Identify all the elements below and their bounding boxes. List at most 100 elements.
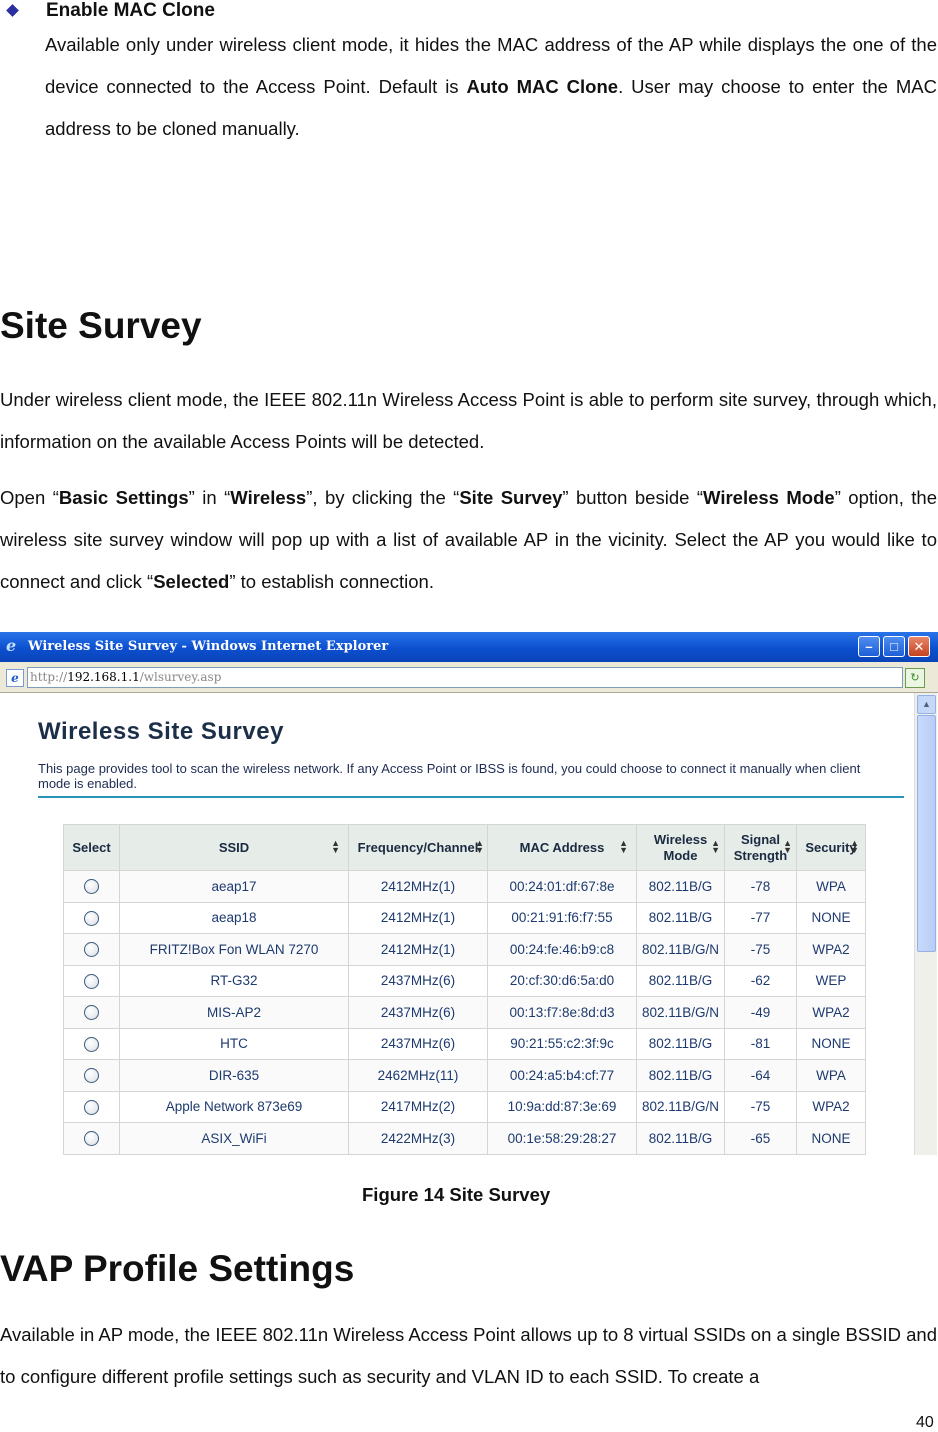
col-signal[interactable]: Signal Strength ▲ ▼	[724, 824, 797, 871]
cell-mac: 00:13:f7:8e:8d:d3	[487, 996, 637, 1029]
site-survey-paragraph-2: Open “Basic Settings” in “Wireless”, by …	[0, 487, 938, 592]
cell-signal: -78	[724, 870, 797, 903]
select-radio[interactable]	[84, 879, 99, 895]
scroll-up-arrow-icon[interactable]: ▲	[917, 695, 936, 714]
page-number: 40	[916, 1414, 934, 1431]
select-radio[interactable]	[84, 942, 99, 958]
cell-freq: 2412MHz(1)	[348, 933, 488, 966]
table-row: MIS-AP2 2437MHz(6) 00:13:f7:8e:8d:d3 802.11…	[63, 996, 866, 1029]
table-row: HTC 2437MHz(6) 90:21:55:c2:3f:9c 802.11B/G -…	[63, 1027, 866, 1060]
cell-mode: 802.11B/G/N	[636, 933, 725, 966]
select-radio[interactable]	[84, 973, 99, 989]
vertical-scrollbar[interactable]: ▲	[914, 693, 937, 1155]
cell-signal: -49	[724, 996, 797, 1029]
cell-security: NONE	[796, 1122, 866, 1155]
cell-signal: -77	[724, 901, 797, 934]
cell-freq: 2412MHz(1)	[348, 901, 488, 934]
page-content: Wireless Site Survey This page provides …	[0, 693, 912, 1155]
table-row: RT-G32 2437MHz(6) 20:cf:30:d6:5a:d0 802.11B…	[63, 964, 866, 997]
window-title: Wireless Site Survey - Windows Internet …	[28, 639, 389, 654]
sort-arrows-icon[interactable]: ▲ ▼	[850, 839, 859, 855]
sort-arrows-icon[interactable]: ▲ ▼	[619, 839, 628, 855]
cell-security: NONE	[796, 901, 866, 934]
site-survey-paragraph-1: Under wireless client mode, the IEEE 802…	[0, 389, 937, 452]
ie-window: e Wireless Site Survey - Windows Interne…	[0, 632, 938, 1155]
select-cell	[63, 1059, 120, 1092]
cell-security: WPA2	[796, 996, 866, 1029]
select-cell	[63, 933, 120, 966]
cell-freq: 2417MHz(2)	[348, 1090, 488, 1123]
cell-signal: -81	[724, 1027, 797, 1060]
cell-mode: 802.11B/G/N	[636, 1090, 725, 1123]
table-header-row: Select SSID ▲ ▼ Frequency/Channel ▲ ▼ MAC Ad…	[63, 824, 866, 871]
sort-arrows-icon[interactable]: ▲ ▼	[475, 839, 484, 855]
minimize-button[interactable]: –	[858, 636, 880, 657]
col-mac[interactable]: MAC Address ▲ ▼	[487, 824, 637, 871]
cell-mode: 802.11B/G	[636, 1027, 725, 1060]
select-radio[interactable]	[84, 1005, 99, 1021]
select-radio[interactable]	[84, 1036, 99, 1052]
cell-mode: 802.11B/G	[636, 1122, 725, 1155]
cell-security: WPA2	[796, 1090, 866, 1123]
cell-mac: 00:24:01:df:67:8e	[487, 870, 637, 903]
select-radio[interactable]	[84, 1099, 99, 1115]
cell-freq: 2462MHz(11)	[348, 1059, 488, 1092]
col-ssid[interactable]: SSID ▲ ▼	[119, 824, 349, 871]
cell-mac: 00:21:91:f6:f7:55	[487, 901, 637, 934]
figure-caption: Figure 14 Site Survey	[362, 1184, 551, 1205]
page-description: This page provides tool to scan the wire…	[38, 761, 861, 791]
cell-ssid: Apple Network 873e69	[119, 1090, 349, 1123]
maximize-button[interactable]: □	[883, 636, 905, 657]
cell-signal: -65	[724, 1122, 797, 1155]
site-survey-heading: Site Survey	[0, 305, 202, 346]
table-row: Apple Network 873e69 2417MHz(2) 10:9a:dd:8…	[63, 1090, 866, 1123]
cell-freq: 2437MHz(6)	[348, 996, 488, 1029]
vap-heading: VAP Profile Settings	[0, 1248, 355, 1289]
cell-mode: 802.11B/G	[636, 901, 725, 934]
cell-freq: 2412MHz(1)	[348, 870, 488, 903]
col-select: Select	[63, 824, 120, 871]
cell-security: WPA	[796, 870, 866, 903]
select-cell	[63, 1122, 120, 1155]
scroll-thumb[interactable]	[917, 715, 936, 952]
url-field[interactable]: http://192.168.1.1/wlsurvey.asp	[27, 667, 903, 688]
sort-arrows-icon[interactable]: ▲ ▼	[331, 839, 340, 855]
table-row: ASIX_WiFi 2422MHz(3) 00:1e:58:29:28:27 802.…	[63, 1122, 866, 1155]
sort-arrows-icon[interactable]: ▲ ▼	[711, 839, 720, 855]
col-mode[interactable]: Wireless Mode ▲ ▼	[636, 824, 725, 871]
cell-ssid: DIR-635	[119, 1059, 349, 1092]
cell-security: WPA	[796, 1059, 866, 1092]
diamond-bullet-icon	[6, 3, 19, 17]
close-button[interactable]: ✕	[908, 636, 930, 657]
sort-arrows-icon[interactable]: ▲ ▼	[783, 839, 792, 855]
select-radio[interactable]	[84, 1068, 99, 1084]
cell-mac: 10:9a:dd:87:3e:69	[487, 1090, 637, 1123]
bullet-item	[6, 0, 19, 20]
cell-mode: 802.11B/G	[636, 870, 725, 903]
page-icon: e	[6, 669, 24, 687]
divider	[38, 796, 904, 798]
ie-logo-icon: e	[6, 636, 17, 655]
refresh-icon[interactable]: ↻	[905, 668, 925, 688]
select-cell	[63, 901, 120, 934]
cell-ssid: aeap17	[119, 870, 349, 903]
select-radio[interactable]	[84, 1131, 99, 1147]
cell-ssid: RT-G32	[119, 964, 349, 997]
cell-signal: -75	[724, 933, 797, 966]
cell-ssid: ASIX_WiFi	[119, 1122, 349, 1155]
col-security[interactable]: Security ▲ ▼	[796, 824, 866, 871]
cell-mode: 802.11B/G	[636, 964, 725, 997]
cell-security: WPA2	[796, 933, 866, 966]
cell-mode: 802.11B/G	[636, 1059, 725, 1092]
cell-security: NONE	[796, 1027, 866, 1060]
cell-ssid: FRITZ!Box Fon WLAN 7270	[119, 933, 349, 966]
col-frequency[interactable]: Frequency/Channel ▲ ▼	[348, 824, 488, 871]
cell-mode: 802.11B/G/N	[636, 996, 725, 1029]
cell-security: WEP	[796, 964, 866, 997]
page-title: Wireless Site Survey	[38, 718, 284, 745]
cell-freq: 2422MHz(3)	[348, 1122, 488, 1155]
cell-mac: 00:1e:58:29:28:27	[487, 1122, 637, 1155]
select-radio[interactable]	[84, 910, 99, 926]
bullet-description: Available only under wireless client mod…	[45, 24, 937, 150]
window-titlebar: e Wireless Site Survey - Windows Interne…	[0, 632, 938, 662]
